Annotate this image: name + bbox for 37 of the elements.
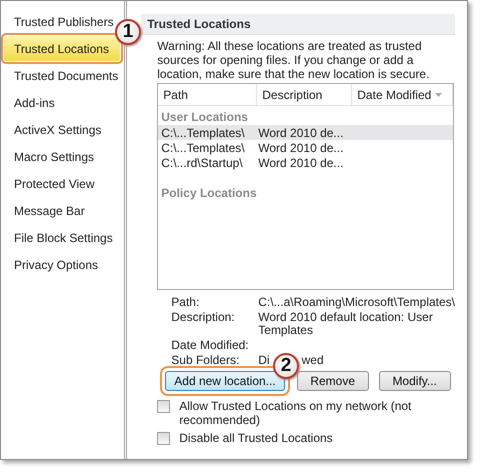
column-header[interactable]: Date Modified bbox=[352, 84, 453, 105]
sidebar-item[interactable]: Trusted Locations bbox=[4, 36, 120, 61]
sidebar-item[interactable]: Add-ins bbox=[4, 90, 55, 115]
sidebar-item[interactable]: Protected View bbox=[4, 171, 94, 196]
checkbox-label: Allow Trusted Locations on my network (not recommended) bbox=[179, 399, 412, 427]
description-value: Word 2010 default location: User Templates bbox=[258, 311, 434, 337]
location-row[interactable]: C:\...Templates\ Word 2010 de... bbox=[158, 140, 453, 155]
location-row[interactable]: C:\...Templates\ Word 2010 de... bbox=[158, 125, 453, 140]
sidebar-item[interactable]: Privacy Options bbox=[4, 252, 98, 277]
sub-folders-value: wed bbox=[302, 354, 324, 367]
callout-badge: 1 bbox=[115, 19, 141, 45]
sub-folders-label: Sub Folders: bbox=[171, 354, 240, 367]
sidebar-item[interactable]: Trusted Publishers bbox=[4, 9, 114, 34]
checkbox[interactable] bbox=[157, 400, 170, 413]
path-label: Path: bbox=[171, 296, 200, 309]
callout-badge: 2 bbox=[273, 353, 299, 379]
location-row[interactable]: C:\...rd\Startup\ Word 2010 de... bbox=[158, 155, 453, 170]
checkbox[interactable] bbox=[157, 432, 170, 445]
sidebar-item[interactable]: Message Bar bbox=[4, 198, 85, 223]
sidebar-item[interactable]: Trusted Documents bbox=[4, 63, 118, 88]
group-heading: User Locations bbox=[160, 109, 249, 125]
description-label: Description: bbox=[171, 311, 236, 326]
date-modified-label: Date Modified: bbox=[171, 339, 250, 352]
path-value: C:\...a\Roaming\Microsoft\Templates\ bbox=[258, 296, 455, 309]
checkbox-label: Disable all Trusted Locations bbox=[179, 431, 334, 445]
column-header[interactable]: Path bbox=[158, 84, 258, 105]
sidebar-item[interactable]: File Block Settings bbox=[4, 225, 113, 250]
column-header[interactable]: Description bbox=[257, 84, 352, 105]
warning-text: Warning: All these locations are treated as trusted sources for opening files. If you change or add a location, make sure that the new location is secure. bbox=[157, 39, 430, 81]
section-header: Trusted Locations bbox=[141, 14, 455, 35]
group-heading: Policy Locations bbox=[160, 185, 258, 201]
dialog-button[interactable]: Modify... bbox=[378, 371, 451, 391]
sidebar-item[interactable]: Macro Settings bbox=[4, 144, 94, 169]
sub-folders-value: Di bbox=[258, 354, 270, 367]
sidebar-item[interactable]: ActiveX Settings bbox=[4, 117, 102, 142]
dialog-button[interactable]: Remove bbox=[296, 371, 369, 391]
sort-arrow-icon bbox=[435, 92, 442, 96]
